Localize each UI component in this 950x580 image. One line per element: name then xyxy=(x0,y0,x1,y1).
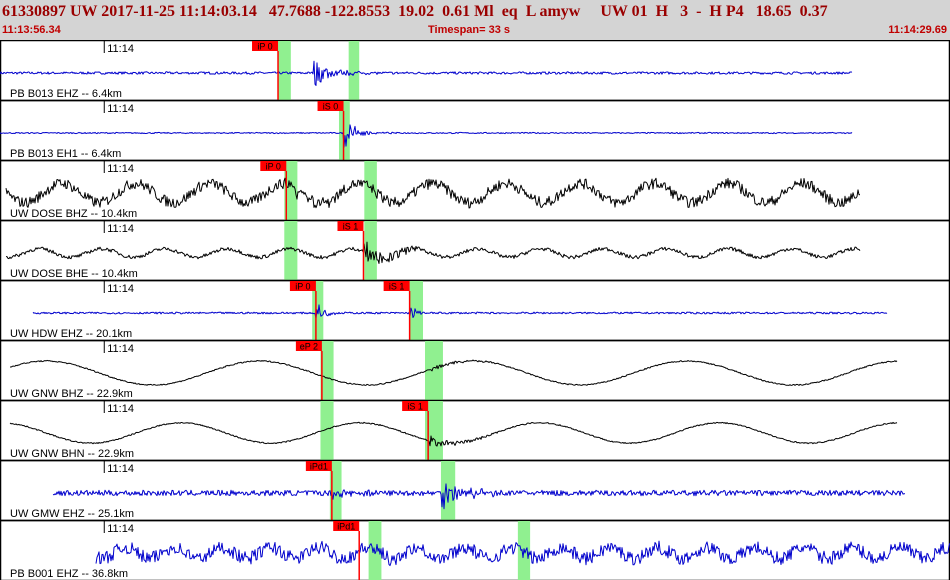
timespan: Timespan= 33 s xyxy=(428,24,511,36)
waveform-trace xyxy=(9,421,898,447)
pick-window xyxy=(278,41,291,100)
pick-label: iP 0 xyxy=(257,42,272,52)
waveform-trace xyxy=(0,124,853,148)
start-time: 11:13:56.34 xyxy=(2,24,61,36)
station-label: PB B013 EHZ -- 6.4km xyxy=(10,88,122,100)
pick-label: iPd1 xyxy=(310,462,328,472)
minute-tick-label: 11:14 xyxy=(107,163,134,175)
station-label: UW GNW BHZ -- 22.9km xyxy=(10,388,133,400)
station-label: PB B001 EHZ -- 36.8km xyxy=(10,568,128,580)
pick-label: iP 0 xyxy=(295,282,310,292)
pick-window xyxy=(440,461,456,520)
waveform-trace xyxy=(52,483,906,510)
pick-label: iS 1 xyxy=(343,222,359,232)
pick-window xyxy=(425,341,443,400)
pick-label: eP 2 xyxy=(300,342,318,352)
waveform-trace xyxy=(0,60,853,86)
pick-label: iS 0 xyxy=(323,102,339,112)
panel-frame xyxy=(0,339,950,402)
event-header: 61330897 UW 2017-11-25 11:14:03.14 47.76… xyxy=(0,0,950,40)
minute-tick-label: 11:14 xyxy=(107,523,134,535)
panel-frame xyxy=(0,99,950,162)
panel-frame xyxy=(0,279,950,342)
minute-tick-label: 11:14 xyxy=(107,463,134,475)
station-label: PB B013 EH1 -- 6.4km xyxy=(10,148,121,160)
pick-label: iS 1 xyxy=(407,402,423,412)
minute-tick-label: 11:14 xyxy=(107,343,134,355)
minute-tick-label: 11:14 xyxy=(107,103,134,115)
station-label: UW GMW EHZ -- 25.1km xyxy=(10,508,134,520)
pick-label: iS 1 xyxy=(389,282,405,292)
waveform-trace xyxy=(6,241,861,264)
seismogram-panels: 11:14 iP 0 PB B013 EHZ -- 6.4km 11:14 iS 0 PB… xyxy=(0,40,950,580)
waveform-trace xyxy=(32,304,888,319)
pick-window xyxy=(348,41,360,100)
station-label: UW HDW EHZ -- 20.1km xyxy=(10,328,132,340)
minute-tick-label: 11:14 xyxy=(107,223,134,235)
minute-tick-label: 11:14 xyxy=(107,43,134,55)
pick-label: iP 0 xyxy=(266,162,281,172)
panel-frame xyxy=(0,159,950,222)
station-label: UW DOSE BHE -- 10.4km xyxy=(10,268,138,280)
panel-frame xyxy=(0,219,950,282)
station-label: UW DOSE BHZ -- 10.4km xyxy=(10,208,137,220)
station-label: UW GNW BHN -- 22.9km xyxy=(10,448,134,460)
waveform-trace xyxy=(10,359,898,386)
end-time: 11:14:29.69 xyxy=(888,24,947,36)
pick-label: iPd1 xyxy=(337,522,355,532)
pick-window xyxy=(364,161,377,220)
minute-tick-label: 11:14 xyxy=(107,283,134,295)
panel-frame xyxy=(0,40,950,102)
event-summary: 61330897 UW 2017-11-25 11:14:03.14 47.76… xyxy=(2,3,828,20)
waveform-trace xyxy=(5,177,861,209)
minute-tick-label: 11:14 xyxy=(107,403,134,415)
